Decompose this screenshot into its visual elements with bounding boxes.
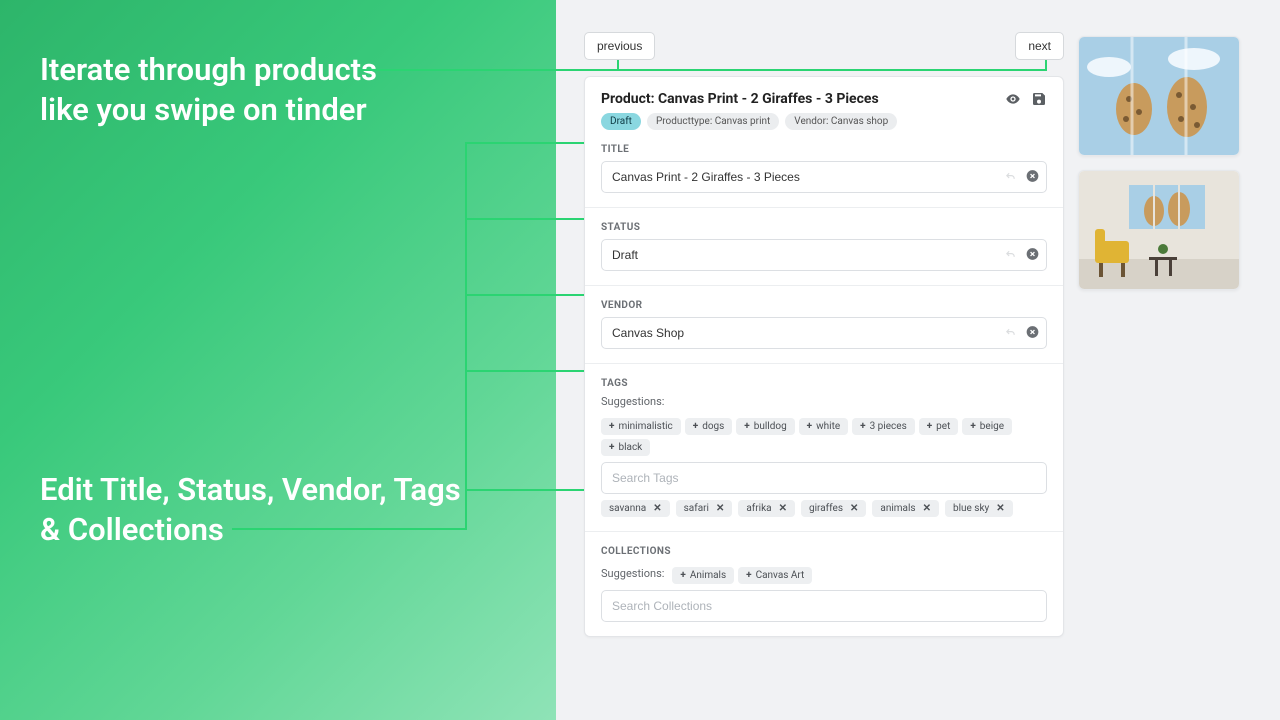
next-button[interactable]: next [1015,32,1064,60]
collections-search-input[interactable] [601,590,1047,622]
product-card: Product: Canvas Print - 2 Giraffes - 3 P… [584,76,1064,637]
status-badge: Draft [601,113,641,130]
suggestion-chip[interactable]: + Canvas Art [738,567,812,584]
nav-row: previous next [584,32,1064,60]
current-tags: savanna ✕ safari ✕ afrika ✕ giraffes ✕ a… [601,500,1047,517]
tags-search-input[interactable] [601,462,1047,494]
remove-icon[interactable]: ✕ [716,503,724,514]
vendor-label: VENDOR [601,300,1047,311]
suggestion-chip[interactable]: + Animals [672,567,734,584]
plus-icon: + [970,421,975,432]
suggestions-label: Suggestions: [601,567,664,580]
remove-icon[interactable]: ✕ [923,503,931,514]
callout-edit: Edit Title, Status, Vendor, Tags & Colle… [40,470,461,551]
plus-icon: + [609,421,614,432]
plus-icon: + [746,570,751,581]
collections-label: COLLECTIONS [601,546,1047,557]
suggestion-chip[interactable]: + 3 pieces [852,418,915,435]
promo-panel: Iterate through products like you swipe … [0,0,556,720]
remove-icon[interactable]: ✕ [996,503,1004,514]
plus-icon: + [680,570,685,581]
suggestion-chip[interactable]: + minimalistic [601,418,681,435]
tag-chip[interactable]: blue sky ✕ [945,500,1013,517]
tag-chip[interactable]: animals ✕ [872,500,939,517]
annotation-line [465,142,467,530]
status-label: STATUS [601,222,1047,233]
tag-chip[interactable]: giraffes ✕ [801,500,866,517]
title-label: TITLE [601,144,1047,155]
tag-chip[interactable]: safari ✕ [676,500,733,517]
plus-icon: + [807,421,812,432]
remove-icon[interactable]: ✕ [779,503,787,514]
vendor-badge: Vendor: Canvas shop [785,113,897,130]
tags-label: TAGS [601,378,1047,389]
undo-icon[interactable] [1005,168,1016,187]
plus-icon: + [860,421,865,432]
tag-chip[interactable]: afrika ✕ [738,500,795,517]
suggestion-chip[interactable]: + white [799,418,848,435]
preview-icon[interactable] [1005,91,1021,107]
tag-chip[interactable]: savanna ✕ [601,500,670,517]
annotation-line [359,69,619,71]
clear-icon[interactable] [1026,168,1039,187]
plus-icon: + [609,442,614,453]
collection-suggestions: Suggestions: + Animals + Canvas Art [601,563,1047,584]
suggestion-chip[interactable]: + dogs [685,418,733,435]
suggestion-chip[interactable]: + bulldog [736,418,794,435]
callout-iterate: Iterate through products like you swipe … [40,50,377,131]
vendor-input[interactable] [601,317,1047,349]
status-input[interactable] [601,239,1047,271]
editor-stage: previous next Product: Canvas Print - 2 … [584,32,1064,637]
plus-icon: + [927,421,932,432]
tag-suggestions: Suggestions: + minimalistic + dogs + bul… [601,395,1047,456]
suggestion-chip[interactable]: + black [601,439,650,456]
undo-icon[interactable] [1005,324,1016,343]
remove-icon[interactable]: ✕ [653,503,661,514]
remove-icon[interactable]: ✕ [850,503,858,514]
annotation-line [232,528,467,530]
title-input[interactable] [601,161,1047,193]
previous-button[interactable]: previous [584,32,655,60]
thumbnail[interactable] [1078,36,1240,156]
clear-icon[interactable] [1026,246,1039,265]
plus-icon: + [744,421,749,432]
plus-icon: + [693,421,698,432]
product-thumbnails [1078,36,1242,304]
save-icon[interactable] [1031,91,1047,107]
suggestion-chip[interactable]: + beige [962,418,1012,435]
undo-icon[interactable] [1005,246,1016,265]
suggestion-chip[interactable]: + pet [919,418,959,435]
clear-icon[interactable] [1026,324,1039,343]
product-heading: Product: Canvas Print - 2 Giraffes - 3 P… [601,91,879,107]
thumbnail[interactable] [1078,170,1240,290]
suggestions-label: Suggestions: [601,395,664,408]
type-badge: Producttype: Canvas print [647,113,779,130]
